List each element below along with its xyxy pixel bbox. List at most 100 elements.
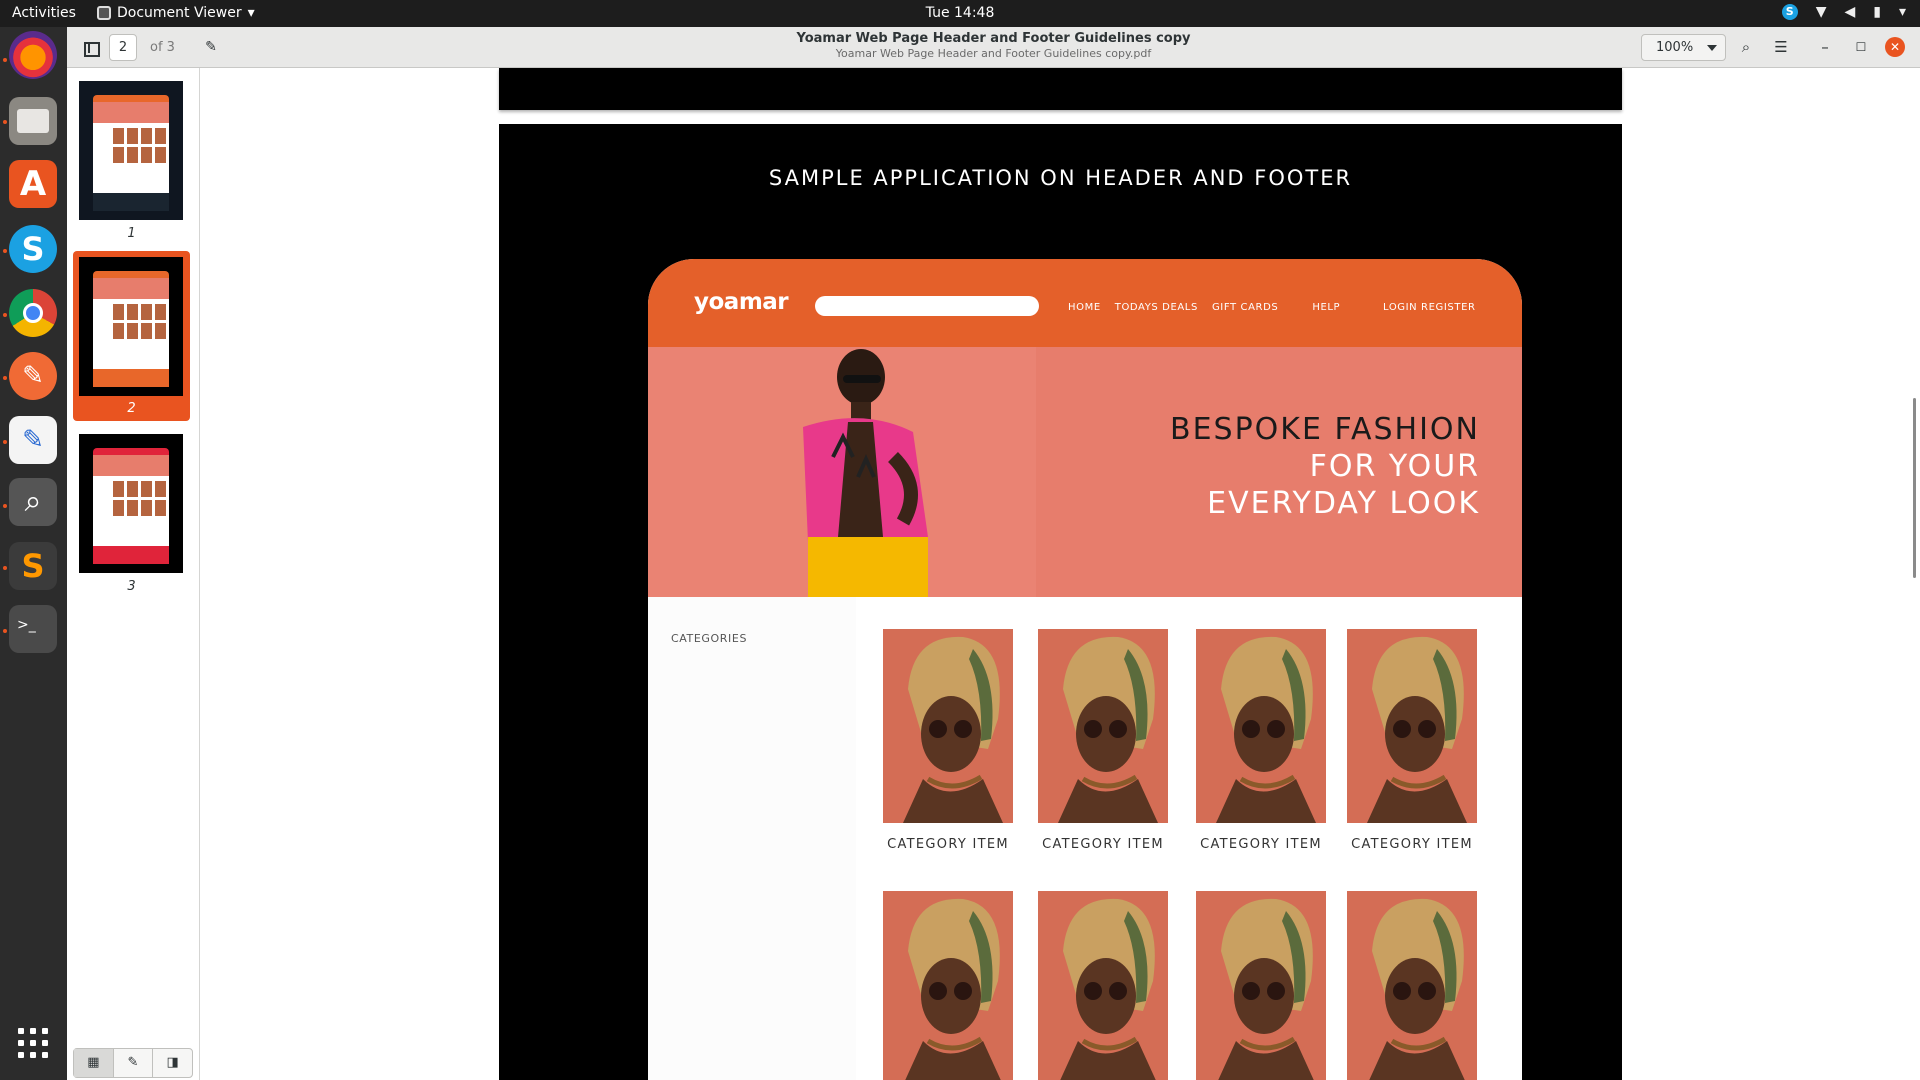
header-bar: 2 of 3 ✎ Yoamar Web Page Header and Foot… — [67, 27, 1920, 68]
website-mockup: yoamar HOME TODAYS DEALS GIFT CARDS HELP… — [648, 259, 1522, 1080]
page-count: of 3 — [150, 40, 175, 55]
sidebar-toggle-icon[interactable] — [76, 34, 104, 61]
document-viewer-icon — [97, 6, 111, 20]
chevron-down-icon — [1707, 45, 1717, 51]
hamburger-menu-icon[interactable]: ☰ — [1767, 34, 1795, 61]
category-photo — [1196, 629, 1326, 823]
thumbnail-page-1[interactable]: 1 — [73, 75, 190, 245]
hero-model-illustration — [803, 349, 928, 597]
bookmarks-tab-icon[interactable]: ◨ — [153, 1049, 192, 1077]
vertical-scrollbar[interactable] — [1913, 398, 1916, 578]
volume-icon[interactable]: ◀ — [1844, 4, 1855, 20]
nav-gift-cards: GIFT CARDS — [1211, 302, 1279, 313]
running-indicator — [3, 566, 7, 570]
activities-button[interactable]: Activities — [12, 5, 76, 21]
skype-tray-icon[interactable]: S — [1781, 4, 1798, 20]
show-applications-icon[interactable] — [18, 1028, 48, 1058]
thumbnail-sidebar: 1 2 3 ▦ ✎ ◨ — [67, 68, 200, 1080]
category-item-label: CATEGORY ITEM — [1042, 837, 1164, 852]
zoom-select[interactable]: 100% — [1641, 34, 1726, 61]
categories-panel — [648, 597, 856, 1080]
annotations-tab-icon[interactable]: ✎ — [114, 1049, 154, 1077]
document-viewer-icon[interactable]: ⌕ — [9, 478, 57, 526]
category-card: CATEGORY ITEM — [883, 629, 1013, 852]
category-photo — [883, 629, 1013, 823]
app-menu[interactable]: Document Viewer ▾ — [97, 5, 255, 21]
page-thumbnail — [79, 81, 183, 220]
site-logo: yoamar — [694, 289, 789, 315]
page-thumbnail — [79, 434, 183, 573]
thumbnails-tab-icon[interactable]: ▦ — [74, 1049, 114, 1077]
battery-icon[interactable]: ▮ — [1873, 4, 1881, 20]
site-nav: HOME TODAYS DEALS GIFT CARDS HELP — [1068, 302, 1354, 313]
category-item-label: CATEGORY ITEM — [887, 837, 1009, 852]
search-icon[interactable]: ⌕ — [1732, 34, 1760, 61]
zoom-value: 100% — [1656, 40, 1694, 55]
site-header: yoamar HOME TODAYS DEALS GIFT CARDS HELP… — [648, 259, 1522, 347]
category-card: CATEGORY ITEM — [1196, 629, 1326, 852]
category-card: CATEGORY ITEM — [1038, 629, 1168, 852]
site-search-bar — [815, 296, 1039, 316]
wifi-icon[interactable]: ▼ — [1816, 4, 1827, 20]
category-photo — [1038, 629, 1168, 823]
running-indicator — [3, 440, 7, 444]
running-indicator — [3, 629, 7, 633]
chevron-down-icon[interactable]: ▾ — [1899, 4, 1906, 20]
category-card: CATEGORY ITEM — [1196, 891, 1326, 1080]
running-indicator — [3, 376, 7, 380]
terminal-icon[interactable]: >_ — [9, 605, 57, 653]
top-bar: Activities Document Viewer ▾ Tue 14:48 S… — [0, 0, 1920, 27]
running-indicator — [3, 504, 7, 508]
clock[interactable]: Tue 14:48 — [926, 5, 995, 21]
category-photo — [1347, 629, 1477, 823]
thumbnail-label: 2 — [127, 401, 136, 416]
page-2: SAMPLE APPLICATION ON HEADER AND FOOTER … — [499, 124, 1622, 1080]
skype-icon[interactable]: S — [9, 225, 57, 273]
thumbnail-page-3[interactable]: 3 — [73, 428, 190, 598]
nav-todays-deals: TODAYS DEALS — [1114, 302, 1198, 313]
thumbnail-label: 1 — [127, 226, 136, 241]
category-card: CATEGORY ITEM — [883, 891, 1013, 1080]
categories-label: CATEGORIES — [671, 632, 748, 645]
nav-login-register: LOGIN REGISTER — [1383, 302, 1476, 313]
category-card: CATEGORY ITEM — [1347, 629, 1477, 852]
annotate-pencil-icon[interactable]: ✎ — [197, 34, 225, 61]
running-indicator — [3, 58, 7, 62]
dock: A S ✎ ✎ ⌕ S >_ — [0, 27, 67, 1080]
category-item-label: CATEGORY ITEM — [1200, 837, 1322, 852]
page-1-bottom — [499, 68, 1622, 110]
close-icon[interactable]: ✕ — [1885, 37, 1905, 57]
maximize-icon[interactable]: ☐ — [1847, 34, 1875, 61]
hero-headline: BESPOKE FASHION FOR YOUR EVERYDAY LOOK — [1170, 412, 1480, 521]
running-indicator — [3, 120, 7, 124]
category-photo — [1347, 891, 1477, 1080]
page-thumbnail — [79, 257, 183, 396]
sidebar-view-tabs: ▦ ✎ ◨ — [73, 1048, 193, 1078]
category-card: CATEGORY ITEM — [1038, 891, 1168, 1080]
text-editor-icon[interactable]: ✎ — [9, 416, 57, 464]
chevron-down-icon: ▾ — [247, 5, 255, 21]
category-photo — [1038, 891, 1168, 1080]
chrome-icon[interactable] — [9, 289, 57, 337]
nav-help: HELP — [1312, 302, 1341, 313]
software-center-icon[interactable]: A — [9, 160, 57, 208]
sublime-text-icon[interactable]: S — [9, 542, 57, 590]
nav-home: HOME — [1068, 302, 1101, 313]
category-photo — [1196, 891, 1326, 1080]
category-item-label: CATEGORY ITEM — [1351, 837, 1473, 852]
minimize-icon[interactable]: – — [1811, 34, 1839, 61]
system-tray[interactable]: S ▼ ◀ ▮ ▾ — [1781, 4, 1906, 20]
firefox-icon[interactable] — [9, 31, 57, 79]
category-photo — [883, 891, 1013, 1080]
document-view[interactable]: SAMPLE APPLICATION ON HEADER AND FOOTER … — [200, 68, 1920, 1080]
postman-icon[interactable]: ✎ — [9, 352, 57, 400]
page-number-input[interactable]: 2 — [109, 34, 137, 61]
thumbnail-page-2[interactable]: 2 — [73, 251, 190, 421]
category-card: CATEGORY ITEM — [1347, 891, 1477, 1080]
app-menu-label: Document Viewer — [117, 5, 242, 21]
site-hero: BESPOKE FASHION FOR YOUR EVERYDAY LOOK — [648, 347, 1522, 597]
hero-photo — [648, 347, 1036, 597]
files-icon[interactable] — [9, 97, 57, 145]
running-indicator — [3, 313, 7, 317]
thumbnail-label: 3 — [127, 579, 136, 594]
